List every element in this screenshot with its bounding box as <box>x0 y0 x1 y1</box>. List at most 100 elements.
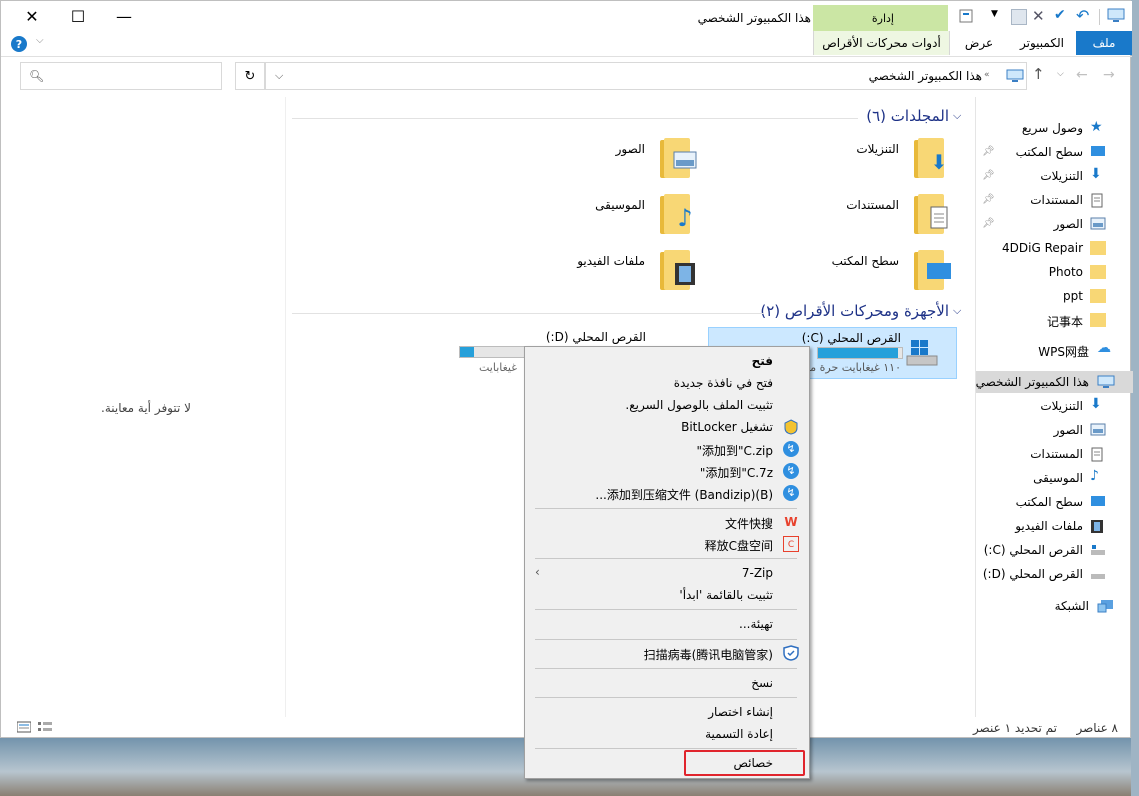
sidebar-item-network[interactable]: الشبكة <box>976 595 1133 617</box>
sidebar-item-pc-documents[interactable]: المستندات <box>976 443 1133 465</box>
menu-item-copy[interactable]: نسخ <box>525 672 809 694</box>
menu-item-pin-quick-access[interactable]: تثبيت الملف بالوصول السريع. <box>525 394 809 416</box>
this-pc-icon <box>1107 8 1125 26</box>
menu-item-create-shortcut[interactable]: إنشاء اختصار <box>525 701 809 723</box>
tiles-view-icon[interactable] <box>38 721 52 736</box>
undo-icon[interactable]: ↶ <box>1076 6 1089 25</box>
folders-group-header[interactable]: المجلدات (٦) <box>866 107 949 125</box>
menu-item-format[interactable]: تهيئة... <box>525 613 809 635</box>
sidebar-item-ppt[interactable]: ppt <box>976 285 1133 307</box>
sidebar-item-this-pc[interactable]: هذا الكمبيوتر الشخصي <box>976 371 1133 393</box>
pictures-icon <box>1090 423 1106 437</box>
qat-dropdown-icon[interactable]: ▼ <box>991 9 1001 23</box>
expand-ribbon-icon[interactable]: ⌵ <box>36 35 44 46</box>
close-button[interactable]: ✕ <box>9 1 55 31</box>
videos-folder-icon[interactable] <box>660 250 696 290</box>
sidebar-item-documents[interactable]: 📌︎ المستندات <box>976 189 1133 211</box>
sidebar-item-drive-c[interactable]: القرص المحلي (C:) <box>976 539 1133 561</box>
tab-computer[interactable]: الكمبيوتر <box>1009 31 1075 55</box>
tile-label[interactable]: ملفات الفيديو <box>577 254 645 268</box>
devices-group-header[interactable]: الأجهزة ومحركات الأقراص (٢) <box>760 302 949 320</box>
menu-item-7zip[interactable]: ‹ 7-Zip <box>525 562 809 584</box>
tile-label[interactable]: المستندات <box>846 198 899 212</box>
menu-item-pin-start[interactable]: تثبيت بالقائمة 'ابدأ' <box>525 584 809 606</box>
menu-separator <box>535 668 797 669</box>
close-icon: ✕ <box>25 6 39 26</box>
up-arrow-icon[interactable]: ↑ <box>1032 65 1045 83</box>
properties-highlight-box <box>684 750 805 776</box>
tab-file[interactable]: ملف <box>1076 31 1132 55</box>
menu-item-open[interactable]: فتح <box>525 350 809 372</box>
menu-item-quick-search[interactable]: W 文件快搜 <box>525 511 809 533</box>
sidebar-item-notes[interactable]: 记事本 <box>976 309 1133 331</box>
sidebar-item-desktop[interactable]: 📌︎ سطح المكتب <box>976 141 1133 163</box>
sidebar-item-pc-music[interactable]: ♪ الموسيقى <box>976 467 1133 489</box>
help-icon[interactable]: ? <box>11 36 27 52</box>
menu-item-add-zip[interactable]: ↯ 添加到"C.zip" <box>525 438 809 460</box>
desktop-folder-icon[interactable] <box>914 250 951 290</box>
search-input[interactable]: 🔍︎ <box>20 62 222 90</box>
drive-d-label[interactable]: القرص المحلي (D:) <box>546 330 646 344</box>
sidebar-item-pc-videos[interactable]: ملفات الفيديو <box>976 515 1133 537</box>
tile-label[interactable]: الموسيقى <box>595 198 645 212</box>
maximize-button[interactable]: ☐ <box>55 1 101 31</box>
sidebar-item-downloads[interactable]: 📌︎ ⬇ التنزيلات <box>976 165 1133 187</box>
menu-item-bitlocker[interactable]: تشغيل BitLocker <box>525 416 809 438</box>
selection-count: تم تحديد ١ عنصر <box>972 721 1057 735</box>
refresh-icon: ↻ <box>244 68 256 84</box>
shield-icon <box>783 419 799 435</box>
documents-folder-icon[interactable] <box>914 194 950 234</box>
menu-separator <box>535 639 797 640</box>
tile-label[interactable]: الصور <box>616 142 645 156</box>
details-view-icon[interactable] <box>16 721 32 736</box>
sidebar-item-4ddig[interactable]: 4DDiG Repair <box>976 237 1133 259</box>
breadcrumb[interactable]: هذا الكمبيوتر الشخصي <box>869 69 982 83</box>
minimize-button[interactable]: — <box>101 1 147 31</box>
check-icon[interactable]: ✔ <box>1054 7 1066 23</box>
item-count: ٨ عناصر <box>1076 721 1118 735</box>
refresh-button[interactable]: ↻ <box>235 62 265 90</box>
collapse-chevron-icon[interactable]: ⌵ <box>953 304 961 318</box>
menu-item-rename[interactable]: إعادة التسمية <box>525 723 809 745</box>
tab-view[interactable]: عرض <box>951 31 1007 55</box>
sidebar-item-wps[interactable]: ☁ WPS网盘 <box>976 339 1133 361</box>
sidebar-item-drive-d[interactable]: القرص المحلي (D:) <box>976 563 1133 585</box>
network-icon <box>1097 599 1113 613</box>
menu-item-open-new-window[interactable]: فتح في نافذة جديدة <box>525 372 809 394</box>
download-arrow-icon: ⬇ <box>1090 166 1102 182</box>
music-folder-icon[interactable]: ♪ <box>660 194 696 234</box>
sidebar-item-pc-pictures[interactable]: الصور <box>976 419 1133 441</box>
sidebar-item-pc-desktop[interactable]: سطح المكتب <box>976 491 1133 513</box>
sidebar-item-pictures[interactable]: 📌︎ الصور <box>976 213 1133 235</box>
sidebar-item-quick-access[interactable]: ★ وصول سريع <box>976 117 1133 139</box>
security-shield-icon <box>783 645 799 661</box>
menu-item-free-space[interactable]: C 释放C盘空间 <box>525 533 809 555</box>
manage-contextual-tab[interactable]: إدارة <box>813 5 948 31</box>
collapse-chevron-icon[interactable]: ⌵ <box>953 109 961 123</box>
menu-item-add-7z[interactable]: ↯ 添加到"C.7z" <box>525 460 809 482</box>
menu-item-add-archive[interactable]: ↯ 添加到压缩文件 (Bandizip)(B)... <box>525 482 809 504</box>
sidebar-item-pc-downloads[interactable]: ⬇ التنزيلات <box>976 395 1133 417</box>
recent-dropdown-icon[interactable]: ⌵ <box>1057 69 1064 79</box>
pictures-folder-icon[interactable] <box>660 138 697 178</box>
sidebar-item-photo[interactable]: Photo <box>976 261 1133 283</box>
windows-drive-icon <box>905 338 939 371</box>
new-folder-icon[interactable] <box>1011 9 1027 25</box>
tile-label[interactable]: سطح المكتب <box>832 254 899 268</box>
address-bar[interactable]: « هذا الكمبيوتر الشخصي ⌵ <box>265 62 1027 90</box>
cloud-icon: ☁ <box>1097 340 1111 356</box>
downloads-folder-icon[interactable]: ⬇ <box>914 138 950 178</box>
back-arrow-icon[interactable]: → <box>1103 67 1115 83</box>
search-icon: 🔍︎ <box>29 69 45 83</box>
address-dropdown-icon[interactable]: ⌵ <box>275 69 283 83</box>
properties-icon[interactable] <box>959 9 975 23</box>
maximize-icon: ☐ <box>70 6 86 26</box>
tab-drive-tools[interactable]: أدوات محركات الأقراص <box>813 31 950 55</box>
breadcrumb-chevron-icon[interactable]: « <box>984 70 990 80</box>
bandizip-icon: ↯ <box>783 485 799 501</box>
tile-label[interactable]: التنزيلات <box>856 142 899 156</box>
drive-c-usage-bar <box>817 347 903 359</box>
menu-item-virus-scan[interactable]: 扫描病毒(腾讯电脑管家) <box>525 642 809 664</box>
forward-arrow-icon[interactable]: ← <box>1076 67 1088 83</box>
delete-icon[interactable]: ✕ <box>1032 7 1045 25</box>
